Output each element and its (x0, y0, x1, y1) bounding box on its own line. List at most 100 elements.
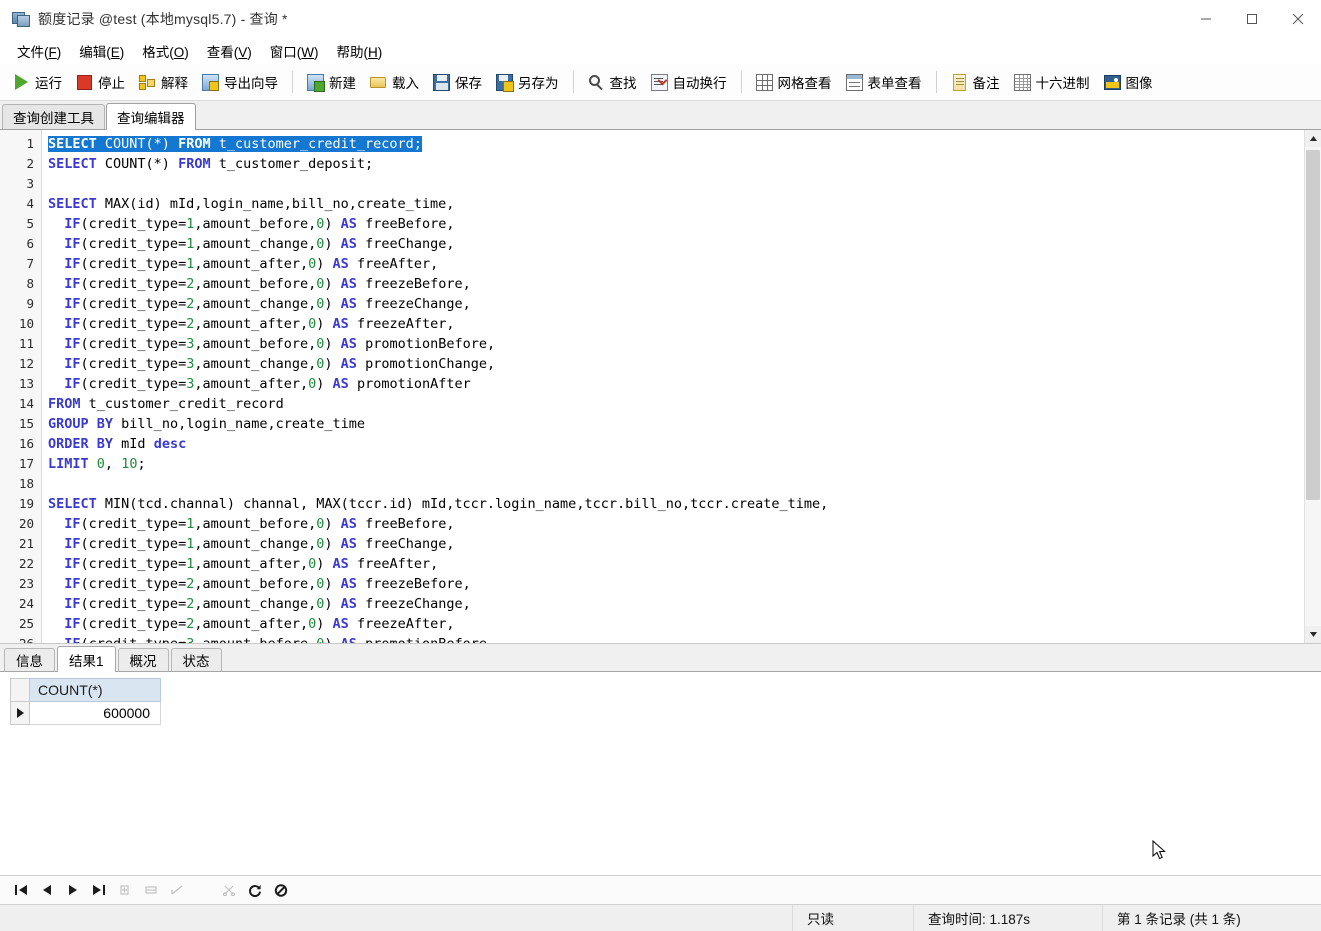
grid-corner-cell[interactable] (10, 678, 30, 702)
run-icon (13, 74, 30, 91)
toolbar-run-button[interactable]: 运行 (7, 68, 68, 96)
next-record-button[interactable] (60, 879, 86, 901)
toolbar-hex-button[interactable]: 十六进制 (1008, 68, 1096, 96)
maximize-icon[interactable] (1229, 0, 1275, 38)
code-line[interactable]: SELECT MIN(tcd.channal) channal, MAX(tcc… (48, 494, 1321, 514)
sql-text: t_customer_credit_record (80, 396, 284, 412)
sql-text: ,amount_before, (194, 636, 316, 643)
code-line[interactable]: SELECT COUNT(*) FROM t_customer_deposit; (48, 154, 1321, 174)
menu-item-5[interactable]: 窗口(W) (261, 38, 328, 64)
code-line[interactable]: FROM t_customer_credit_record (48, 394, 1321, 414)
code-line[interactable]: IF(credit_type=1,amount_change,0) AS fre… (48, 234, 1321, 254)
toolbar-export-wizard-button[interactable]: 导出向导 (196, 68, 284, 96)
line-number: 11 (18, 336, 34, 351)
result-tab-2[interactable]: 结果1 (57, 646, 116, 672)
code-line[interactable]: IF(credit_type=3,amount_change,0) AS pro… (48, 354, 1321, 374)
code-line[interactable]: IF(credit_type=2,amount_before,0) AS fre… (48, 274, 1321, 294)
stop-button[interactable] (268, 879, 294, 901)
toolbar-word-wrap-button[interactable]: 自动换行 (645, 68, 733, 96)
toolbar-new-query-button[interactable]: 新建 (301, 68, 362, 96)
editor-vertical-scrollbar[interactable] (1304, 130, 1321, 643)
line-number-gutter: 1 2 3 4 5 6 7 8 9 10 11 12 13 14 15 16 17 18 19 20 21 22 23 24 2… (0, 130, 42, 643)
code-line[interactable]: IF(credit_type=1,amount_after,0) AS free… (48, 554, 1321, 574)
code-line[interactable]: GROUP BY bill_no,login_name,create_time (48, 414, 1321, 434)
first-record-button[interactable] (8, 879, 34, 901)
code-line[interactable]: ORDER BY mId desc (48, 434, 1321, 454)
sql-text: ) (316, 316, 333, 332)
code-line[interactable]: IF(credit_type=2,amount_after,0) AS free… (48, 614, 1321, 634)
line-number: 9 (26, 296, 34, 311)
sql-text: (credit_type= (80, 556, 187, 572)
toolbar-save-button[interactable]: 保存 (427, 68, 488, 96)
editor-scrollbar-thumb[interactable] (1306, 150, 1320, 500)
refresh-button[interactable] (242, 879, 268, 901)
last-record-button[interactable] (86, 879, 112, 901)
toolbar-search-button[interactable]: 查找 (582, 68, 643, 96)
sql-keyword: AS (340, 336, 357, 352)
result-tab-1[interactable]: 信息 (4, 648, 55, 671)
code-line[interactable]: IF(credit_type=2,amount_change,0) AS fre… (48, 294, 1321, 314)
code-line[interactable]: IF(credit_type=1,amount_after,0) AS free… (48, 254, 1321, 274)
toolbar-explain-button[interactable]: 解释 (133, 68, 194, 96)
table-row[interactable]: 600000 (10, 701, 161, 725)
code-line[interactable]: IF(credit_type=1,amount_before,0) AS fre… (48, 514, 1321, 534)
toolbar-grid-view-button[interactable]: 网格查看 (750, 68, 838, 96)
prev-record-button[interactable] (34, 879, 60, 901)
scroll-down-icon[interactable] (1305, 626, 1321, 643)
toolbar-memo-button[interactable]: 备注 (945, 68, 1006, 96)
code-line[interactable]: SELECT COUNT(*) FROM t_customer_credit_r… (48, 134, 1321, 154)
sql-keyword: IF (64, 316, 81, 332)
sql-text: ) (316, 616, 333, 632)
result-grid[interactable]: COUNT(*) 600000 (0, 672, 1321, 875)
editor-tab-2[interactable]: 查询编辑器 (106, 103, 196, 130)
toolbar-button-label: 载入 (392, 76, 419, 91)
sql-text: freeChange, (356, 536, 455, 552)
toolbar: 运行 停止 解释 导出向导 新建 载入 保存 另存为 查找 自动换行 网格查看 表单查看 备注 十六进制 图… (0, 64, 1321, 101)
sql-text: ) (316, 376, 333, 392)
code-line[interactable]: IF(credit_type=1,amount_before,0) AS fre… (48, 214, 1321, 234)
toolbar-form-view-button[interactable]: 表单查看 (840, 68, 928, 96)
code-line[interactable]: LIMIT 0, 10; (48, 454, 1321, 474)
result-tab-4[interactable]: 状态 (170, 648, 222, 671)
code-line[interactable]: IF(credit_type=3,amount_before,0) AS pro… (48, 334, 1321, 354)
result-tab-3[interactable]: 概况 (117, 648, 169, 671)
code-line[interactable]: IF(credit_type=2,amount_change,0) AS fre… (48, 594, 1321, 614)
code-line[interactable]: IF(credit_type=2,amount_before,0) AS fre… (48, 574, 1321, 594)
row-pointer-icon[interactable] (10, 701, 30, 725)
toolbar-open-file-button[interactable]: 载入 (364, 68, 425, 96)
menu-item-4[interactable]: 查看(V) (198, 38, 261, 64)
minimize-icon[interactable] (1183, 0, 1229, 38)
toolbar-stop-button[interactable]: 停止 (70, 68, 131, 96)
code-line[interactable]: SELECT MAX(id) mId,login_name,bill_no,cr… (48, 194, 1321, 214)
sql-text: ) (324, 576, 341, 592)
grid-view-icon (755, 73, 773, 91)
menu-item-6[interactable]: 帮助(H) (328, 38, 392, 64)
menu-item-1[interactable]: 文件(F) (8, 38, 70, 64)
toolbar-image-button[interactable]: 图像 (1098, 68, 1159, 96)
menu-item-2[interactable]: 编辑(E) (70, 38, 133, 64)
editor-tab-1[interactable]: 查询创建工具 (2, 104, 105, 129)
code-line[interactable]: IF(credit_type=2,amount_after,0) AS free… (48, 314, 1321, 334)
open-file-icon (370, 74, 387, 91)
code-line[interactable]: IF(credit_type=3,amount_before,0) AS pro… (48, 634, 1321, 643)
grid-column-header[interactable]: COUNT(*) (29, 678, 161, 702)
code-line[interactable] (48, 174, 1321, 194)
code-line[interactable] (48, 474, 1321, 494)
close-icon[interactable] (1275, 0, 1321, 38)
result-table: COUNT(*) 600000 (10, 678, 161, 725)
grid-cell[interactable]: 600000 (29, 701, 161, 725)
menu-item-3[interactable]: 格式(O) (133, 38, 198, 64)
sql-text: ) (324, 216, 341, 232)
toolbar-save-as-button[interactable]: 另存为 (490, 68, 565, 96)
code-line[interactable]: IF(credit_type=3,amount_after,0) AS prom… (48, 374, 1321, 394)
scroll-up-icon[interactable] (1305, 130, 1321, 147)
image-icon (1103, 74, 1121, 91)
sql-code-area[interactable]: SELECT COUNT(*) FROM t_customer_credit_r… (42, 130, 1321, 643)
code-line[interactable]: IF(credit_type=1,amount_change,0) AS fre… (48, 534, 1321, 554)
sql-editor[interactable]: 1 2 3 4 5 6 7 8 9 10 11 12 13 14 15 16 17 18 19 20 21 22 23 24 2… (0, 130, 1321, 644)
sql-keyword: AS (340, 356, 357, 372)
explain-icon (139, 74, 156, 91)
sql-keyword: IF (64, 216, 81, 232)
